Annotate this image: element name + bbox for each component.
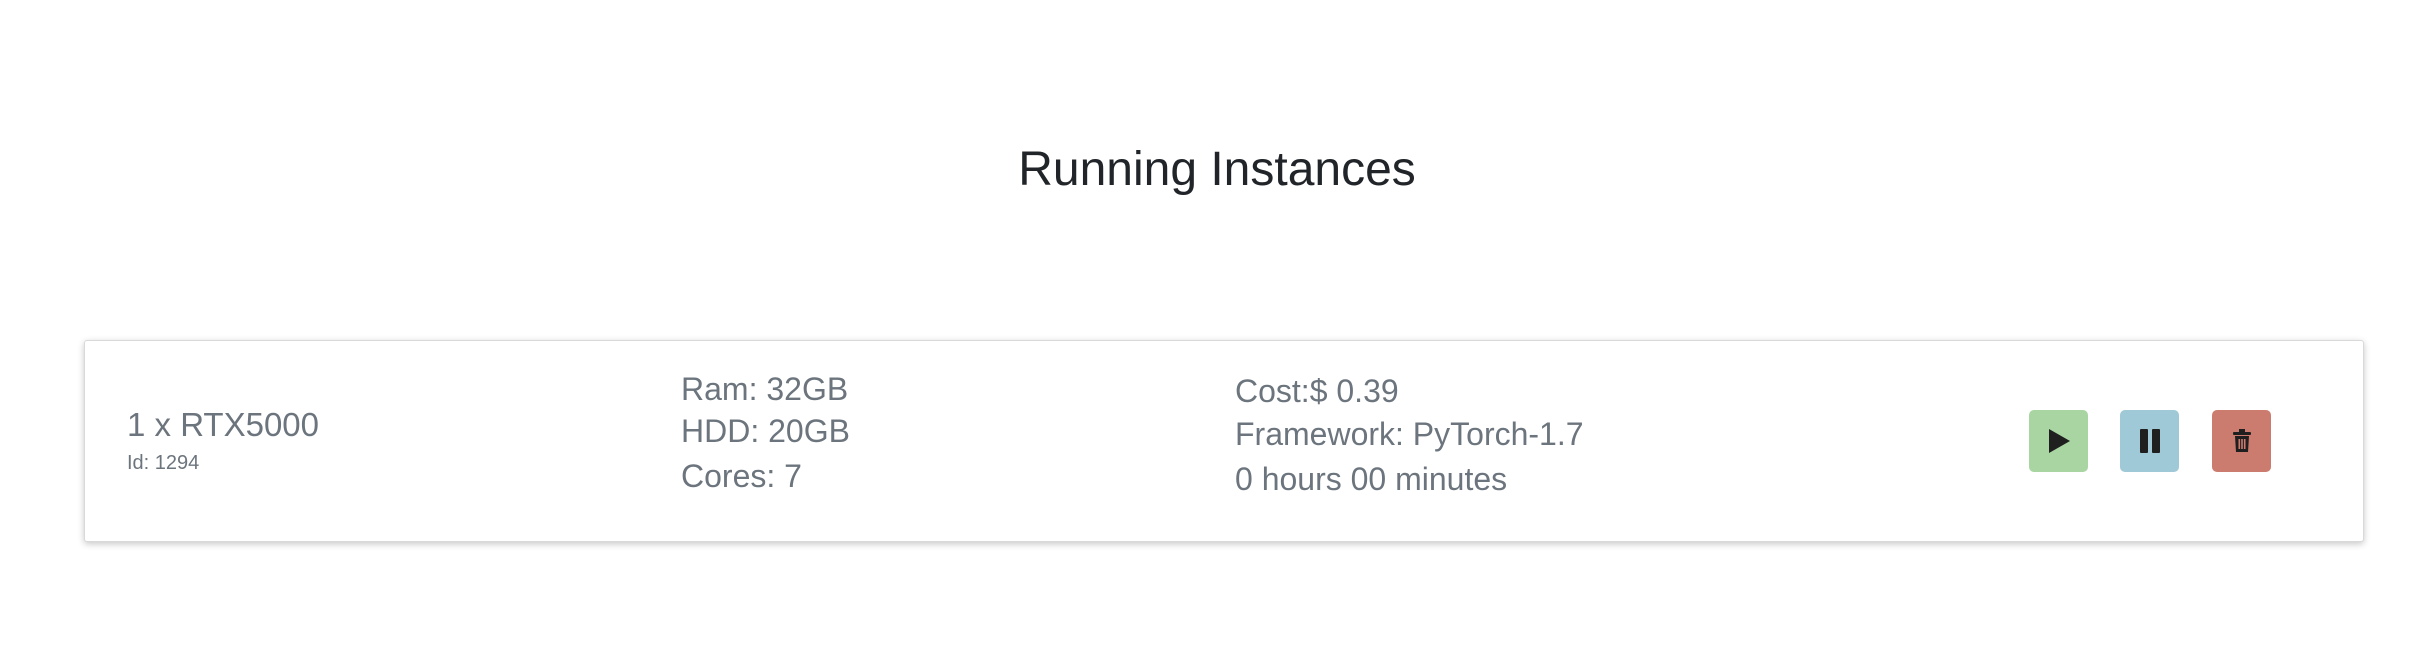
page-title: Running Instances [1018, 143, 1416, 196]
cores-spec: Cores: 7 [681, 458, 802, 494]
pause-icon [2139, 429, 2160, 453]
gpu-name: 1 x RTX5000 [127, 406, 320, 443]
pause-button[interactable] [2120, 410, 2179, 472]
instance-card: 1 x RTX5000 Id: 1294 Ram: 32GB HDD: 20GB… [84, 340, 2364, 542]
trash-icon [2232, 429, 2251, 452]
cost-text: Cost:$ 0.39 [1235, 373, 1399, 409]
instance-id: Id: 1294 [127, 452, 200, 474]
delete-button[interactable] [2212, 410, 2271, 472]
uptime-text: 0 hours 00 minutes [1235, 461, 1508, 497]
framework-text: Framework: PyTorch-1.7 [1235, 416, 1584, 452]
ram-spec: Ram: 32GB [681, 371, 849, 407]
hdd-spec: HDD: 20GB [681, 413, 850, 449]
start-button[interactable] [2029, 410, 2088, 472]
play-icon [2048, 429, 2070, 453]
